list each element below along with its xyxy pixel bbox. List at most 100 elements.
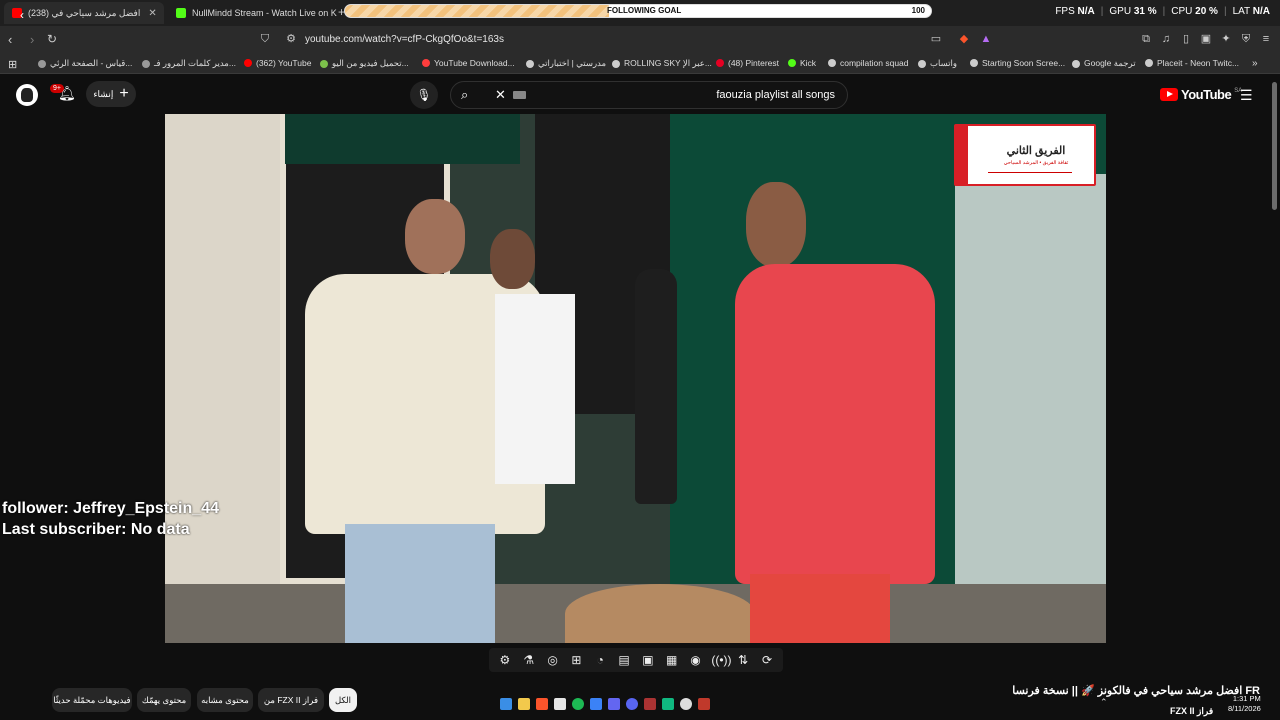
overlay-divider [988,172,1072,173]
clip-icon[interactable]: ▦ [664,653,680,667]
avatar[interactable] [16,84,38,106]
bookmark-icon[interactable]: ⛉ [259,33,271,45]
chip-recently-uploaded[interactable]: فيديوهات محمّلة حديثًا [52,688,132,712]
app-icon[interactable] [644,698,656,710]
rewards-icon[interactable]: ▲ [980,33,992,45]
cinema-icon[interactable]: ▤ [616,653,632,667]
apps-icon[interactable]: ⊞ [8,58,17,71]
bookmark-item[interactable]: مدير كلمات المرور فـ... [142,58,236,69]
person-head [746,182,806,267]
file-explorer-icon[interactable] [518,698,530,710]
speed-icon[interactable]: ◔ [592,653,608,667]
brave-shield-icon[interactable]: ◆ [958,33,970,45]
tab-youtube[interactable]: (238) افضل مرشد سياحي في ✕ [4,2,164,24]
add-frame-icon[interactable]: ⊞ [568,653,584,667]
bookmark-item[interactable]: تحميل فيديو من اليو... [320,58,409,69]
bookmark-item[interactable]: Placeit - Neon Twitc... [1145,58,1239,68]
chevron-left-icon[interactable]: ‹ [20,8,24,22]
forward-icon[interactable]: › [30,32,34,47]
up-next-title[interactable]: افضل مرشد سياحي في فالكونز 🚀 || نسخة فرن… [1012,684,1260,697]
bookmark-item[interactable]: YouTube Download... [422,58,515,68]
keyboard-icon[interactable] [513,91,526,99]
extensions-icon[interactable]: ⧉ [1140,33,1152,45]
chip-for-you[interactable]: محتوى يهمّك [137,688,191,712]
system-clock: 1:31 PM 8/11/2026 [1228,694,1261,713]
stream-labels: follower: Jeffrey_Epstein_44 Last subscr… [2,498,219,540]
person-shorts [750,574,890,643]
loop-icon[interactable]: ⟳ [759,653,775,667]
latest-follower-label: follower: Jeffrey_Epstein_44 [2,500,219,517]
scrollbar[interactable] [1272,82,1277,210]
more-bookmarks-icon[interactable]: » [1252,58,1258,69]
bookmark-item[interactable]: compilation squad [828,58,909,68]
plus-icon: + [119,85,129,102]
chip-all[interactable]: الكل [329,688,357,712]
bookmark-item[interactable]: Google ترجمة [1072,58,1136,69]
tray-icons[interactable]: ⌃ [1100,697,1108,708]
broadcast-icon[interactable]: ((•)) [711,653,731,667]
last-subscriber-label: Last subscriber: No data [2,521,190,538]
close-tab-icon[interactable]: ✕ [140,8,156,19]
app-icon[interactable] [590,698,602,710]
search-icon[interactable]: ⌕ [461,87,468,103]
sort-icon[interactable]: ⇅ [735,653,751,667]
create-button[interactable]: إنشاء + [86,81,136,107]
app-icon[interactable] [608,698,620,710]
bell-icon[interactable]: 🔔︎ [58,85,76,102]
flask-icon[interactable]: ⚗ [521,653,537,667]
following-goal-bar: FOLLOWING GOAL 100 [344,4,932,18]
obs-icon[interactable] [680,698,692,710]
reload-icon[interactable]: ↻ [47,32,57,46]
picture-in-picture-icon[interactable]: ▣ [640,653,656,667]
bookmarks-bar: ⊞ قياس - الصفحة الرئي... مدير كلمات المر… [0,54,1280,74]
brave-icon[interactable] [536,698,548,710]
watch-later-icon[interactable]: ◉ [688,653,704,667]
bookmark-item[interactable]: (362) YouTube [244,58,311,68]
spotify-icon[interactable] [572,698,584,710]
settings-icon[interactable]: ⚙ [497,653,513,667]
stat-gpu: GPU 31 % [1109,6,1157,17]
wine-barrel [565,584,755,643]
video-player[interactable] [165,114,1106,643]
player-toolbar: ⚙ ⚗ ◎ ⊞ ◔ ▤ ▣ ▦ ◉ ((•)) ⇅ ⟳ [489,648,783,672]
vpn-icon[interactable]: ⛨ [1240,33,1252,45]
bookmark-item[interactable]: ROLLING SKY عبر الإ... [612,58,712,69]
wallet-icon[interactable]: ▣ [1200,33,1212,45]
back-icon[interactable]: ‹ [8,32,12,47]
bookmark-item[interactable]: Starting Soon Scree... [970,58,1065,68]
app-icon[interactable] [698,698,710,710]
tab-title: (238) افضل مرشد سياحي في [28,7,141,18]
url-field[interactable]: youtube.com/watch?v=cfP-CkgQfOo&t=163s [305,34,504,45]
camera-icon[interactable]: ◎ [545,653,561,667]
person-jeans [345,524,495,643]
bookmark-item[interactable]: قياس - الصفحة الرئي... [38,58,132,69]
person-head [490,229,535,289]
windows-start-icon[interactable] [500,698,512,710]
youtube-logo[interactable]: YouTube SA [1160,87,1242,102]
menu-icon[interactable]: ≡ [1260,33,1272,45]
sidebar-icon[interactable]: ▯ [1180,33,1192,45]
bookmark-item[interactable]: واتساب [918,58,957,69]
clear-search-icon[interactable]: ✕ [495,87,506,103]
following-goal-fill [345,5,609,17]
bookmark-item[interactable]: (48) Pinterest [716,58,779,68]
media-icon[interactable]: ♫ [1160,33,1172,45]
leo-icon[interactable]: ✦ [1220,33,1232,45]
bookmark-item[interactable]: Kick [788,58,816,68]
tab-kick[interactable]: NullMindd Stream - Watch Live on K [168,2,338,24]
bookmark-item[interactable]: مدرستي | اختباراتي [526,58,606,69]
site-info-icon[interactable]: ⚙ [285,33,297,45]
search-input[interactable]: faouzia playlist all songs [716,89,835,101]
chip-related[interactable]: محتوى مشابه [197,688,253,712]
microphone-icon[interactable]: 🎙︎ [410,81,438,109]
cast-icon[interactable]: ▭ [930,33,942,45]
goal-label: FOLLOWING GOAL [607,6,682,15]
chip-from-channel[interactable]: من FZX II فراز [258,688,324,712]
building-wall [165,114,285,643]
app-icon[interactable] [662,698,674,710]
hamburger-menu-icon[interactable]: ☰ [1240,87,1253,104]
channel-overlay-card: الفريق الثاني ثقافة الفريق • المرشد السي… [954,124,1096,186]
discord-icon[interactable] [626,698,638,710]
search-box[interactable]: ⌕ ✕ faouzia playlist all songs [450,81,848,109]
app-icon[interactable] [554,698,566,710]
